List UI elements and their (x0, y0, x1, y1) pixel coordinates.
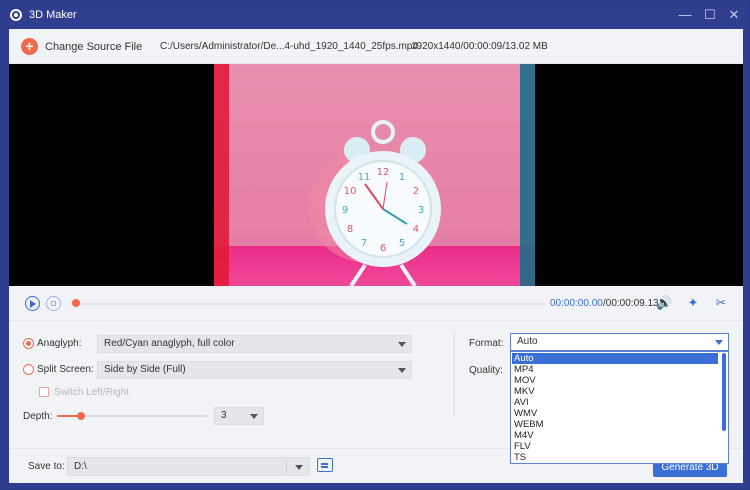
stop-button[interactable] (46, 296, 61, 311)
source-file-info: 1920x1440/00:00:09/13.02 MB (411, 41, 548, 52)
format-option-avi[interactable]: AVI (512, 397, 718, 408)
split-screen-radio[interactable] (23, 364, 34, 375)
stop-icon (50, 300, 56, 306)
anaglyph-select[interactable]: Red/Cyan anaglyph, full color (97, 335, 412, 353)
clock-number: 1 (399, 172, 405, 183)
format-option-wmv[interactable]: WMV (512, 408, 718, 419)
clock-number: 4 (413, 224, 419, 235)
depth-slider-handle[interactable] (77, 412, 85, 420)
format-option-flv[interactable]: FLV (512, 441, 718, 452)
clock-number: 3 (418, 205, 424, 216)
format-option-auto[interactable]: Auto (512, 353, 718, 364)
save-to-label: Save to: (28, 461, 65, 472)
format-option-mkv[interactable]: MKV (512, 386, 718, 397)
save-path-select[interactable]: D:\ (67, 457, 310, 476)
save-path-value: D:\ (74, 461, 87, 472)
clock-number: 8 (347, 224, 353, 235)
maximize-button[interactable]: ☐ (702, 7, 718, 23)
depth-select-value: 3 (221, 410, 227, 421)
volume-icon[interactable]: 🔊 (656, 295, 672, 311)
split-screen-select-value: Side by Side (Full) (104, 364, 186, 375)
video-preview: 12 1 2 3 4 5 6 7 8 9 10 11 (9, 64, 743, 286)
format-dropdown-list: Auto MP4 MOV MKV AVI WMV WEBM M4V FLV TS (510, 351, 729, 464)
chevron-down-icon (250, 414, 258, 419)
open-folder-icon[interactable] (317, 458, 333, 472)
clock-number: 6 (380, 243, 386, 254)
format-label: Format: (469, 338, 504, 349)
total-time: /00:00:09.13 (603, 298, 659, 309)
settings-divider (454, 331, 455, 417)
playback-controls: 00:00:00.00 /00:00:09.13 🔊 ✦ ✂ (9, 286, 743, 320)
chevron-down-icon (398, 368, 406, 373)
switch-left-right-label: Switch Left/Right (54, 387, 130, 398)
quality-label: Quality: (469, 365, 503, 376)
app-logo-icon (10, 9, 22, 21)
save-path-separator (286, 460, 287, 473)
change-source-button[interactable]: Change Source File (45, 41, 142, 53)
play-icon (30, 300, 36, 308)
format-option-webm[interactable]: WEBM (512, 419, 718, 430)
current-time: 00:00:00.00 (550, 298, 603, 309)
clock-number: 9 (342, 205, 348, 216)
plus-circle-icon[interactable]: + (21, 38, 38, 55)
dropdown-scrollbar[interactable] (722, 353, 726, 431)
anaglyph-select-value: Red/Cyan anaglyph, full color (104, 338, 235, 349)
format-select[interactable]: Auto (510, 333, 729, 351)
format-option-mov[interactable]: MOV (512, 375, 718, 386)
clock-number: 12 (377, 167, 390, 178)
title-bar: 3D Maker — ☐ ✕ (1, 1, 749, 29)
depth-label: Depth: (23, 411, 53, 422)
format-option-ts[interactable]: TS (512, 452, 718, 463)
source-file-path: C:/Users/Administrator/De...4-uhd_1920_1… (160, 41, 418, 52)
progress-track[interactable] (75, 303, 545, 305)
format-option-mp4[interactable]: MP4 (512, 364, 718, 375)
clock-number: 11 (358, 172, 371, 183)
play-button[interactable] (25, 296, 40, 311)
magic-wand-icon[interactable]: ✦ (685, 295, 701, 311)
split-screen-label: Split Screen: (37, 364, 94, 375)
scissors-icon[interactable]: ✂ (713, 295, 729, 311)
depth-select[interactable]: 3 (214, 407, 264, 425)
app-window: 3D Maker — ☐ ✕ + Change Source File C:/U… (0, 0, 750, 490)
chevron-down-icon (295, 465, 303, 470)
progress-handle[interactable] (72, 299, 80, 307)
main-content: + Change Source File C:/Users/Administra… (9, 29, 743, 483)
minimize-button[interactable]: — (677, 7, 693, 23)
anaglyph-preview-image: 12 12 3 45 6 78 9 1011 (214, 64, 535, 286)
close-button[interactable]: ✕ (726, 7, 742, 23)
anaglyph-radio[interactable] (23, 338, 34, 349)
clock-number: 10 (344, 186, 357, 197)
chevron-down-icon (398, 342, 406, 347)
switch-left-right-checkbox[interactable] (39, 387, 49, 397)
chevron-down-icon (715, 340, 723, 345)
split-screen-select[interactable]: Side by Side (Full) (97, 361, 412, 379)
format-option-m4v[interactable]: M4V (512, 430, 718, 441)
clock-number: 7 (361, 238, 367, 249)
window-title: 3D Maker (29, 9, 77, 21)
format-select-value: Auto (517, 336, 538, 347)
clock-number: 5 (399, 238, 405, 249)
anaglyph-label: Anaglyph: (37, 338, 82, 349)
clock-number: 2 (413, 186, 419, 197)
source-bar: + Change Source File C:/Users/Administra… (9, 29, 743, 64)
